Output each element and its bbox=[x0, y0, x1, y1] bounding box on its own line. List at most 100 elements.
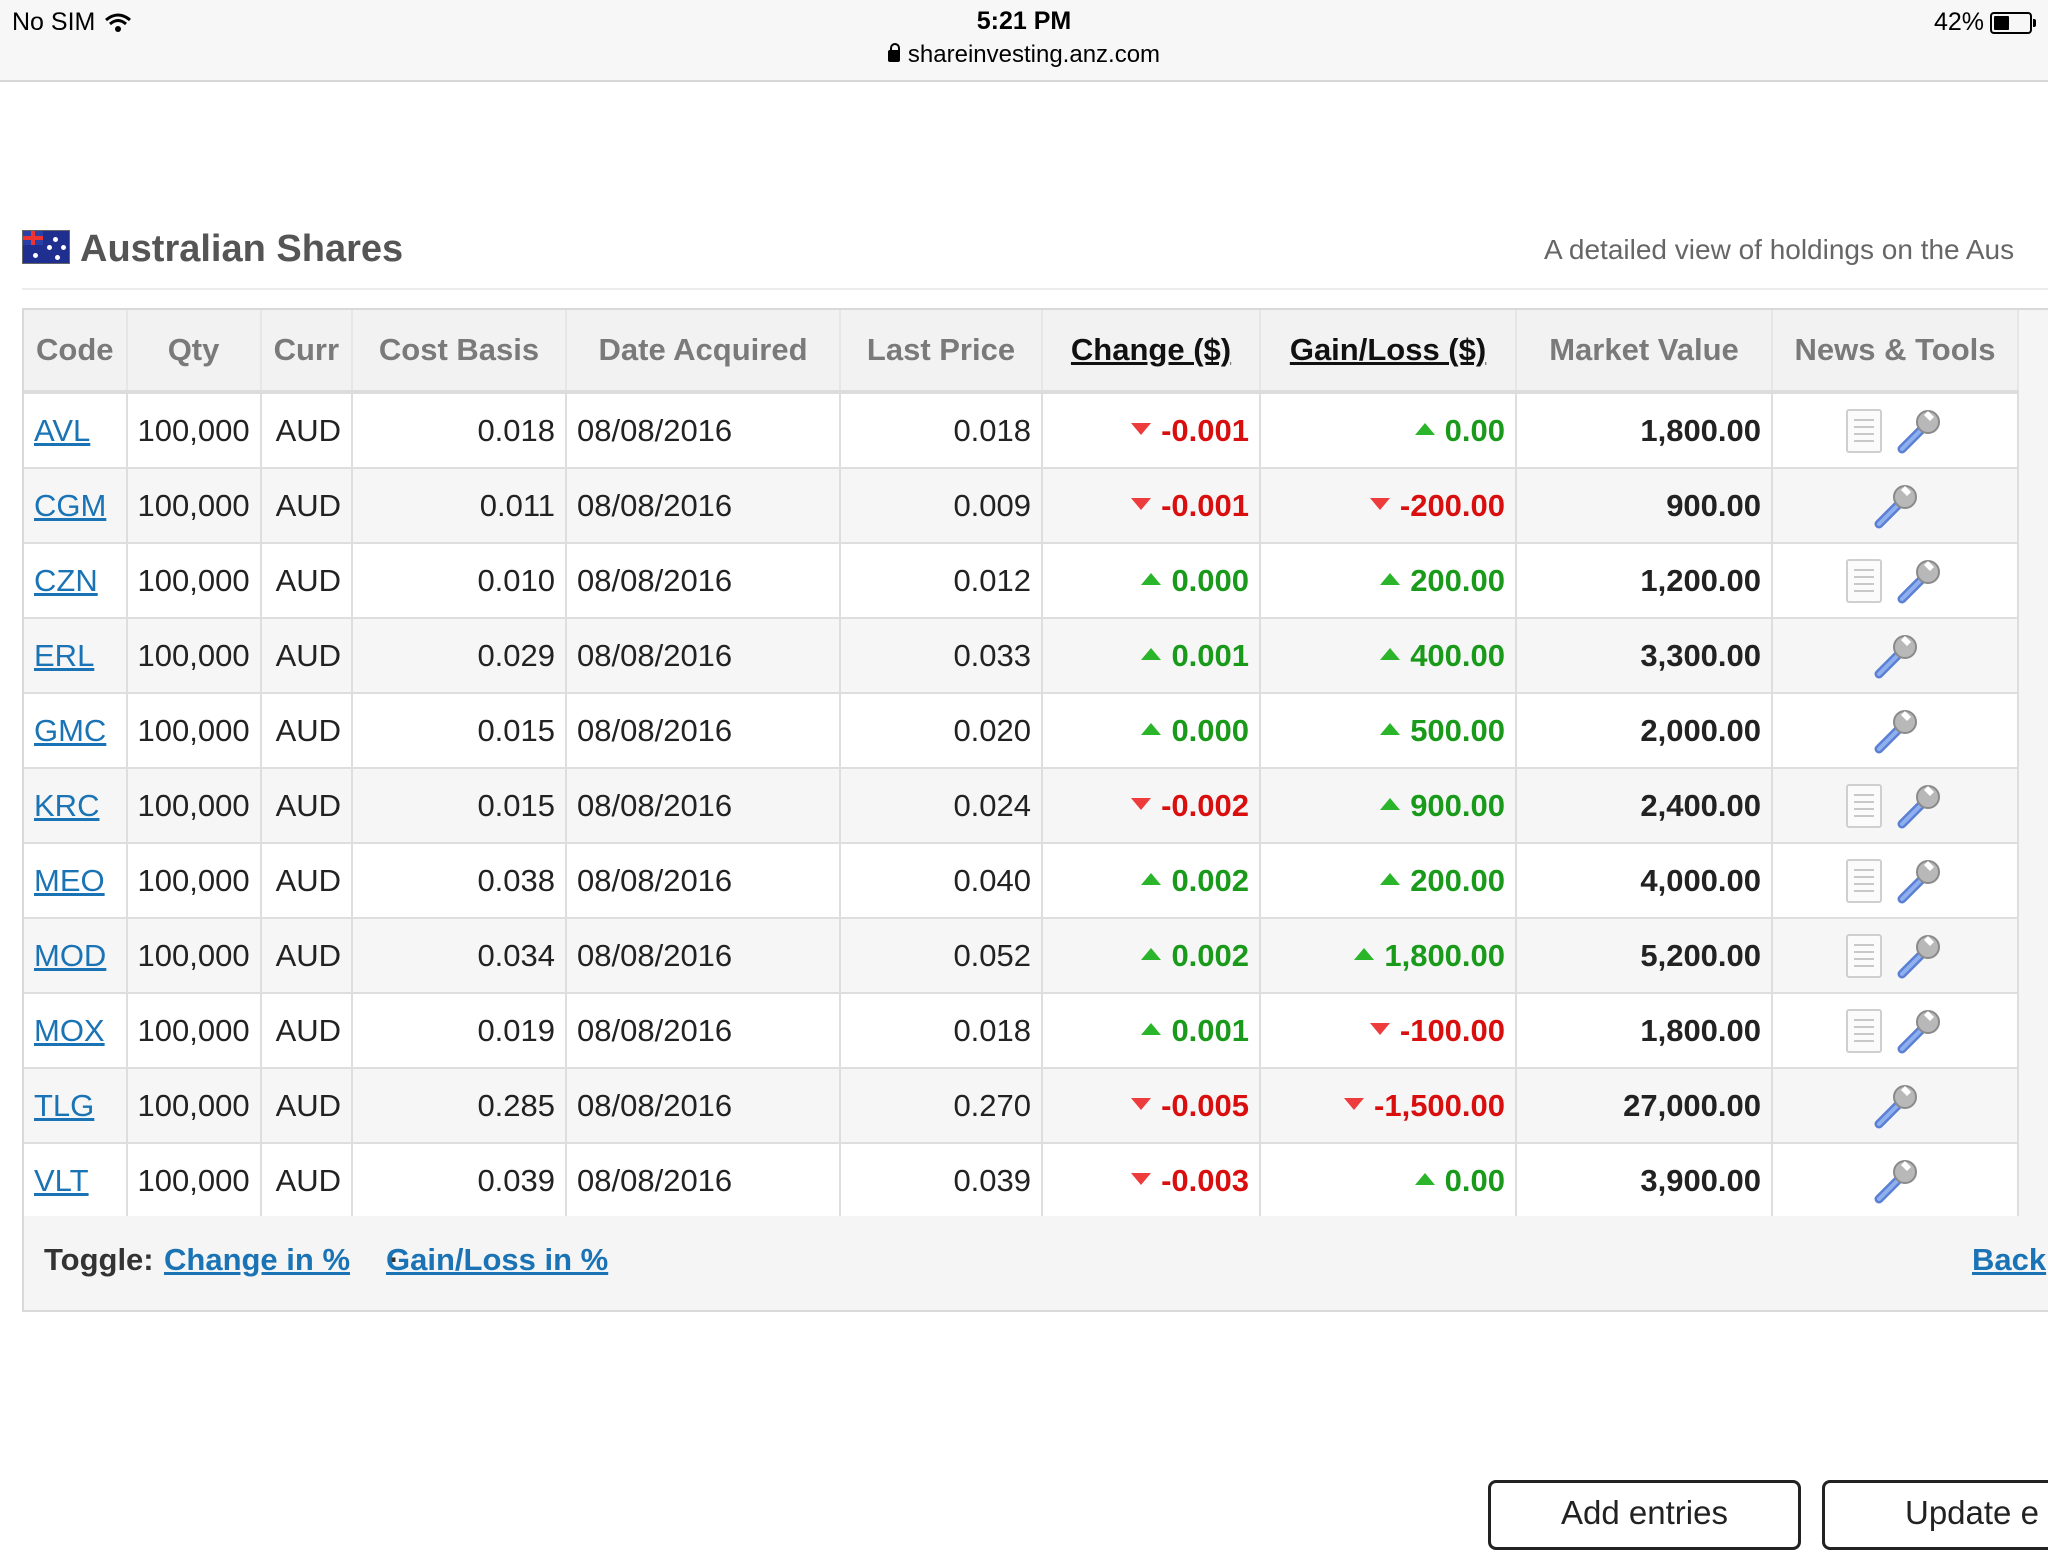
down-arrow-icon bbox=[1369, 1023, 1390, 1036]
news-document-icon[interactable] bbox=[1846, 408, 1883, 453]
cost-basis-cell: 0.018 bbox=[352, 392, 568, 469]
news-document-icon[interactable] bbox=[1846, 933, 1883, 978]
date-acquired-cell: 08/08/2016 bbox=[566, 693, 842, 769]
table-row: ERL 100,000 AUD 0.029 08/08/2016 0.033 0.001 40… bbox=[24, 618, 2020, 694]
back-link[interactable]: Back bbox=[1972, 1242, 2046, 1278]
change-cell: 0.000 bbox=[1042, 543, 1262, 619]
battery-status: 42% bbox=[1933, 8, 2036, 37]
currency-cell: AUD bbox=[260, 693, 354, 769]
up-arrow-icon bbox=[1380, 573, 1401, 586]
date-acquired-cell: 08/08/2016 bbox=[566, 1068, 842, 1144]
change-cell: 0.000 bbox=[1042, 693, 1262, 769]
qty-cell: 100,000 bbox=[126, 843, 262, 919]
change-value: -0.003 bbox=[1161, 1162, 1250, 1198]
table-row: TLG 100,000 AUD 0.285 08/08/2016 0.270 -0.005 -… bbox=[24, 1068, 2020, 1144]
col-date-acquired: Date Acquired bbox=[566, 310, 842, 394]
stock-code-link[interactable]: CZN bbox=[34, 563, 98, 598]
cost-basis-cell: 0.015 bbox=[352, 768, 568, 844]
market-value-cell: 2,000.00 bbox=[1516, 693, 1774, 769]
gain-loss-value: -200.00 bbox=[1399, 487, 1506, 523]
stock-code-link[interactable]: ERL bbox=[34, 638, 94, 673]
news-tools-cell bbox=[1772, 843, 2020, 919]
stock-code-link[interactable]: MOD bbox=[34, 938, 106, 973]
add-entries-button[interactable]: Add entries bbox=[1488, 1480, 1801, 1550]
news-tools-cell bbox=[1772, 543, 2020, 619]
market-value-cell: 5,200.00 bbox=[1516, 918, 1774, 994]
date-acquired-cell: 08/08/2016 bbox=[566, 843, 842, 919]
up-arrow-icon bbox=[1414, 1173, 1435, 1186]
change-value: 0.001 bbox=[1171, 637, 1250, 673]
stock-code-link[interactable]: VLT bbox=[34, 1163, 89, 1198]
wrench-icon[interactable] bbox=[1869, 1080, 1921, 1132]
toggle-change-percent-link[interactable]: Change in % bbox=[164, 1242, 350, 1278]
date-acquired-cell: 08/08/2016 bbox=[566, 618, 842, 694]
toggle-gain-loss-percent-link[interactable]: Gain/Loss in % bbox=[386, 1242, 608, 1278]
wrench-icon[interactable] bbox=[1892, 855, 1944, 907]
stock-code-link[interactable]: AVL bbox=[34, 413, 90, 448]
currency-cell: AUD bbox=[260, 468, 354, 544]
news-document-icon[interactable] bbox=[1846, 858, 1883, 903]
up-arrow-icon bbox=[1141, 648, 1162, 661]
col-news-tools: News & Tools bbox=[1772, 310, 2020, 394]
wrench-icon[interactable] bbox=[1892, 405, 1944, 457]
cost-basis-cell: 0.039 bbox=[352, 1143, 568, 1219]
code-cell: ERL bbox=[24, 618, 128, 694]
down-arrow-icon bbox=[1131, 498, 1152, 511]
news-document-icon[interactable] bbox=[1846, 558, 1883, 603]
down-arrow-icon bbox=[1131, 1098, 1152, 1111]
up-arrow-icon bbox=[1141, 573, 1162, 586]
stock-code-link[interactable]: KRC bbox=[34, 788, 99, 823]
news-tools-cell bbox=[1772, 918, 2020, 994]
last-price-cell: 0.012 bbox=[840, 543, 1044, 619]
gain-loss-value: 900.00 bbox=[1410, 787, 1506, 823]
wrench-icon[interactable] bbox=[1869, 480, 1921, 532]
divider bbox=[22, 288, 2048, 290]
down-arrow-icon bbox=[1344, 1098, 1365, 1111]
update-entries-button[interactable]: Update e bbox=[1822, 1480, 2048, 1550]
lock-icon bbox=[887, 43, 900, 62]
gain-loss-cell: 200.00 bbox=[1260, 543, 1518, 619]
last-price-cell: 0.052 bbox=[840, 918, 1044, 994]
stock-code-link[interactable]: CGM bbox=[34, 488, 106, 523]
news-document-icon[interactable] bbox=[1846, 783, 1883, 828]
qty-cell: 100,000 bbox=[126, 993, 262, 1069]
col-change-sort[interactable]: Change ($) bbox=[1042, 310, 1262, 394]
news-document-icon[interactable] bbox=[1846, 1008, 1883, 1053]
col-code: Code bbox=[24, 310, 128, 394]
cost-basis-cell: 0.010 bbox=[352, 543, 568, 619]
wrench-icon[interactable] bbox=[1869, 1155, 1921, 1207]
market-value-cell: 4,000.00 bbox=[1516, 843, 1774, 919]
news-tools-cell bbox=[1772, 1068, 2020, 1144]
battery-percent: 42% bbox=[1933, 8, 1984, 36]
stock-code-link[interactable]: TLG bbox=[34, 1088, 94, 1123]
qty-cell: 100,000 bbox=[126, 468, 262, 544]
stock-code-link[interactable]: MEO bbox=[34, 863, 105, 898]
code-cell: MOD bbox=[24, 918, 128, 994]
date-acquired-cell: 08/08/2016 bbox=[566, 993, 842, 1069]
market-value-cell: 1,800.00 bbox=[1516, 993, 1774, 1069]
last-price-cell: 0.033 bbox=[840, 618, 1044, 694]
wrench-icon[interactable] bbox=[1892, 780, 1944, 832]
address-bar[interactable]: shareinvesting.anz.com bbox=[0, 41, 2048, 69]
cost-basis-cell: 0.038 bbox=[352, 843, 568, 919]
qty-cell: 100,000 bbox=[126, 693, 262, 769]
stock-code-link[interactable]: GMC bbox=[34, 713, 106, 748]
cost-basis-cell: 0.029 bbox=[352, 618, 568, 694]
wrench-icon[interactable] bbox=[1869, 630, 1921, 682]
table-row: KRC 100,000 AUD 0.015 08/08/2016 0.024 -0.002 9… bbox=[24, 768, 2020, 844]
gain-loss-value: 0.00 bbox=[1444, 412, 1506, 448]
qty-cell: 100,000 bbox=[126, 768, 262, 844]
gain-loss-cell: -100.00 bbox=[1260, 993, 1518, 1069]
wrench-icon[interactable] bbox=[1892, 555, 1944, 607]
stock-code-link[interactable]: MOX bbox=[34, 1013, 105, 1048]
news-tools-cell bbox=[1772, 768, 2020, 844]
col-gain-loss-sort[interactable]: Gain/Loss ($) bbox=[1260, 310, 1518, 394]
code-cell: GMC bbox=[24, 693, 128, 769]
code-cell: KRC bbox=[24, 768, 128, 844]
change-cell: 0.001 bbox=[1042, 993, 1262, 1069]
market-value-cell: 900.00 bbox=[1516, 468, 1774, 544]
market-value-cell: 27,000.00 bbox=[1516, 1068, 1774, 1144]
wrench-icon[interactable] bbox=[1892, 930, 1944, 982]
wrench-icon[interactable] bbox=[1869, 705, 1921, 757]
wrench-icon[interactable] bbox=[1892, 1005, 1944, 1057]
